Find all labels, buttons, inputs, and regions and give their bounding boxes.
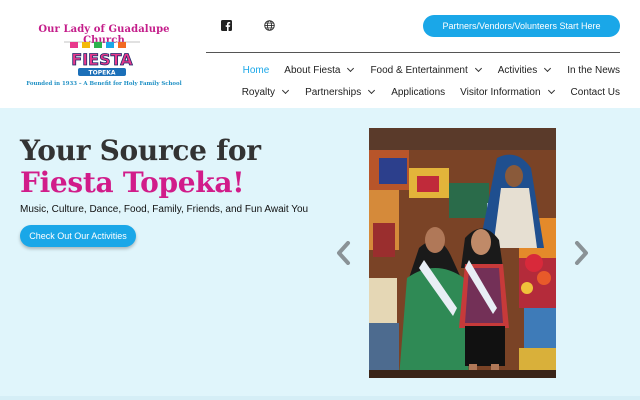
nav-about-fiesta[interactable]: About Fiesta bbox=[284, 64, 355, 76]
nav-label: Applications bbox=[391, 86, 446, 98]
partners-cta-button[interactable]: Partners/Vendors/Volunteers Start Here bbox=[423, 15, 620, 37]
nav-home[interactable]: Home bbox=[243, 65, 270, 76]
globe-icon bbox=[263, 19, 275, 31]
hero-title-line-2: Fiesta Topeka! bbox=[20, 166, 245, 199]
nav-label: Visitor Information bbox=[460, 86, 541, 98]
chevron-down-icon bbox=[368, 86, 376, 95]
hero-bottom-divider bbox=[0, 396, 640, 400]
nav-contact-us[interactable]: Contact Us bbox=[571, 87, 620, 98]
site-logo[interactable]: Our Lady of Guadalupe Church FIESTA TOPE… bbox=[18, 24, 190, 92]
fiesta-royalty-photo bbox=[369, 128, 556, 378]
facebook-icon bbox=[220, 19, 232, 31]
fiesta-logo-graphic: FIESTA TOPEKA bbox=[64, 41, 140, 77]
language-selector[interactable] bbox=[260, 16, 278, 34]
nav-applications[interactable]: Applications bbox=[391, 87, 445, 98]
chevron-down-icon bbox=[474, 64, 482, 73]
nav-label: Contact Us bbox=[570, 86, 620, 98]
carousel-prev-button[interactable] bbox=[335, 241, 351, 265]
nav-label: Home bbox=[242, 64, 270, 76]
chevron-down-icon bbox=[282, 86, 290, 95]
hero-section: Your Source for Fiesta Topeka! Music, Cu… bbox=[0, 108, 640, 400]
header-divider bbox=[206, 52, 620, 53]
nav-food-entertainment[interactable]: Food & Entertainment bbox=[370, 64, 482, 76]
nav-label: In the News bbox=[567, 64, 620, 76]
nav-royalty[interactable]: Royalty bbox=[241, 86, 290, 98]
nav-activities[interactable]: Activities bbox=[497, 64, 552, 76]
chevron-left-icon bbox=[337, 241, 350, 265]
hero-title-line-1: Your Source for bbox=[20, 134, 261, 167]
nav-visitor-information[interactable]: Visitor Information bbox=[460, 86, 555, 98]
main-nav-row-2: Royalty Partnerships Applications Visito… bbox=[206, 85, 620, 99]
check-out-activities-button[interactable]: Check Out Our Activities bbox=[20, 225, 136, 247]
hero-subtitle: Music, Culture, Dance, Food, Family, Fri… bbox=[20, 204, 309, 215]
carousel-next-button[interactable] bbox=[574, 241, 590, 265]
carousel-photo bbox=[369, 128, 556, 378]
nav-in-the-news[interactable]: In the News bbox=[567, 65, 620, 76]
nav-partnerships[interactable]: Partnerships bbox=[305, 86, 376, 98]
nav-label: Food & Entertainment bbox=[370, 64, 468, 76]
facebook-link[interactable] bbox=[217, 16, 235, 34]
logo-fiesta-text: FIESTA bbox=[71, 50, 133, 69]
chevron-right-icon bbox=[575, 241, 588, 265]
nav-label: Activities bbox=[497, 64, 538, 76]
logo-tagline: Founded in 1933 – A Benefit for Holy Fam… bbox=[26, 81, 182, 87]
nav-label: About Fiesta bbox=[284, 64, 341, 76]
logo-topeka-text: TOPEKA bbox=[89, 70, 116, 77]
chevron-down-icon bbox=[544, 64, 552, 73]
chevron-down-icon bbox=[347, 64, 355, 73]
site-header: Our Lady of Guadalupe Church FIESTA TOPE… bbox=[0, 0, 640, 108]
chevron-down-icon bbox=[547, 86, 555, 95]
main-nav-row-1: Home About Fiesta Food & Entertainment A… bbox=[206, 63, 620, 77]
nav-label: Partnerships bbox=[305, 86, 362, 98]
nav-label: Royalty bbox=[241, 86, 276, 98]
